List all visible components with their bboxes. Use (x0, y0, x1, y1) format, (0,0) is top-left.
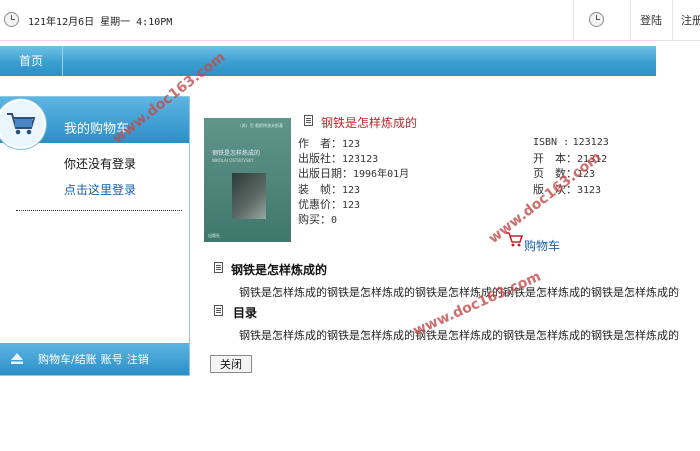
pages-value: 123 (577, 169, 596, 180)
cover-photo (232, 173, 266, 219)
author-label: 作 者： (298, 137, 342, 150)
binding-row: 装 帧：123 (298, 181, 360, 197)
author-row: 作 者：123 (298, 135, 360, 151)
nav-home-tab[interactable]: 首页 (0, 46, 63, 76)
cover-publisher: 出版社 (208, 233, 220, 238)
logout-link[interactable]: 注销 (127, 353, 149, 366)
shopping-cart-icon (7, 113, 36, 135)
close-button[interactable]: 关闭 (210, 355, 252, 373)
divider (16, 210, 182, 211)
publish-date-value: 1996年01月 (353, 169, 410, 180)
cover-author: 〔苏〕尼·奥斯特洛夫斯基 (237, 123, 283, 128)
purchased-label: 购买： (298, 213, 331, 226)
account-link[interactable]: 账号 (101, 353, 123, 366)
sale-price-value: 123 (342, 200, 361, 211)
document-icon (304, 115, 313, 126)
isbn-value: 123123 (572, 137, 609, 148)
sale-price-row: 优惠价：123 (298, 196, 360, 212)
purchased-value: 0 (331, 215, 338, 226)
register-link[interactable]: 注册 (681, 12, 700, 28)
book-cover-image: 〔苏〕尼·奥斯特洛夫斯基 钢铁是怎样炼成的 NIKOLAI OSTROVSKY … (204, 118, 291, 242)
author-value: 123 (342, 139, 361, 150)
not-logged-in-text: 你还没有登录 (64, 157, 137, 171)
login-here-link[interactable]: 点击这里登录 (64, 181, 136, 198)
main-nav: 首页 (0, 46, 656, 76)
isbn-label: ISBN : (533, 137, 570, 148)
publish-date-row: 出版日期：1996年01月 (298, 165, 409, 181)
cover-title: 钢铁是怎样炼成的 (212, 150, 261, 157)
publisher-label: 出版社： (298, 152, 342, 165)
cart-sidebar: 我的购物车 你还没有登录 点击这里登录 购物车/结账 账号 注销 (0, 96, 190, 376)
topbar-divider (672, 0, 673, 40)
purchased-row: 购买：0 (298, 211, 337, 227)
publisher-value: 123123 (342, 154, 379, 165)
book-title: 钢铁是怎样炼成的 (321, 116, 418, 130)
toc-text: 钢铁是怎样炼成的钢铁是怎样炼成的钢铁是怎样炼成的钢铁是怎样炼成的钢铁是怎样炼成的 (239, 329, 679, 342)
topbar-divider (573, 0, 574, 40)
clock-icon (589, 12, 604, 27)
format-row: 开 本：21312 (533, 150, 607, 166)
pages-row: 页 数：123 (533, 165, 595, 181)
cart-checkout-link[interactable]: 购物车/结账 (38, 353, 97, 366)
login-link[interactable]: 登陆 (640, 12, 662, 28)
cart-icon[interactable] (505, 231, 523, 247)
intro-text: 钢铁是怎样炼成的钢铁是怎样炼成的钢铁是怎样炼成的钢铁是怎样炼成的钢铁是怎样炼成的 (239, 286, 679, 299)
isbn-row: ISBN : 123123 (533, 135, 609, 148)
format-label: 开 本： (533, 152, 577, 165)
format-value: 21312 (577, 154, 608, 165)
cart-sidebar-footer: 购物车/结账 账号 注销 (0, 343, 189, 375)
top-bar: 121年12月6日 星期一 4:10PM 登陆 注册 (0, 0, 700, 41)
sale-price-label: 优惠价： (298, 198, 342, 211)
binding-value: 123 (342, 185, 361, 196)
binding-label: 装 帧： (298, 183, 342, 196)
publisher-row: 出版社：123123 (298, 150, 378, 166)
eject-icon (11, 353, 23, 364)
document-icon (214, 305, 223, 316)
clock-icon (4, 12, 19, 27)
cart-sidebar-title: 我的购物车 (64, 122, 130, 137)
edition-value: 3123 (577, 185, 602, 196)
document-icon (214, 262, 223, 273)
publish-date-label: 出版日期： (298, 167, 353, 180)
topbar-divider (630, 0, 631, 40)
add-to-cart-link[interactable]: 购物车 (524, 237, 560, 254)
toc-heading: 目录 (233, 306, 258, 320)
footer-links: 购物车/结账 账号 注销 (38, 351, 149, 367)
pages-label: 页 数： (533, 167, 577, 180)
edition-row: 版 次：3123 (533, 181, 601, 197)
intro-heading: 钢铁是怎样炼成的 (231, 263, 328, 277)
current-datetime: 121年12月6日 星期一 4:10PM (28, 17, 173, 28)
edition-label: 版 次： (533, 183, 577, 196)
cover-subtitle: NIKOLAI OSTROVSKY (212, 158, 254, 163)
